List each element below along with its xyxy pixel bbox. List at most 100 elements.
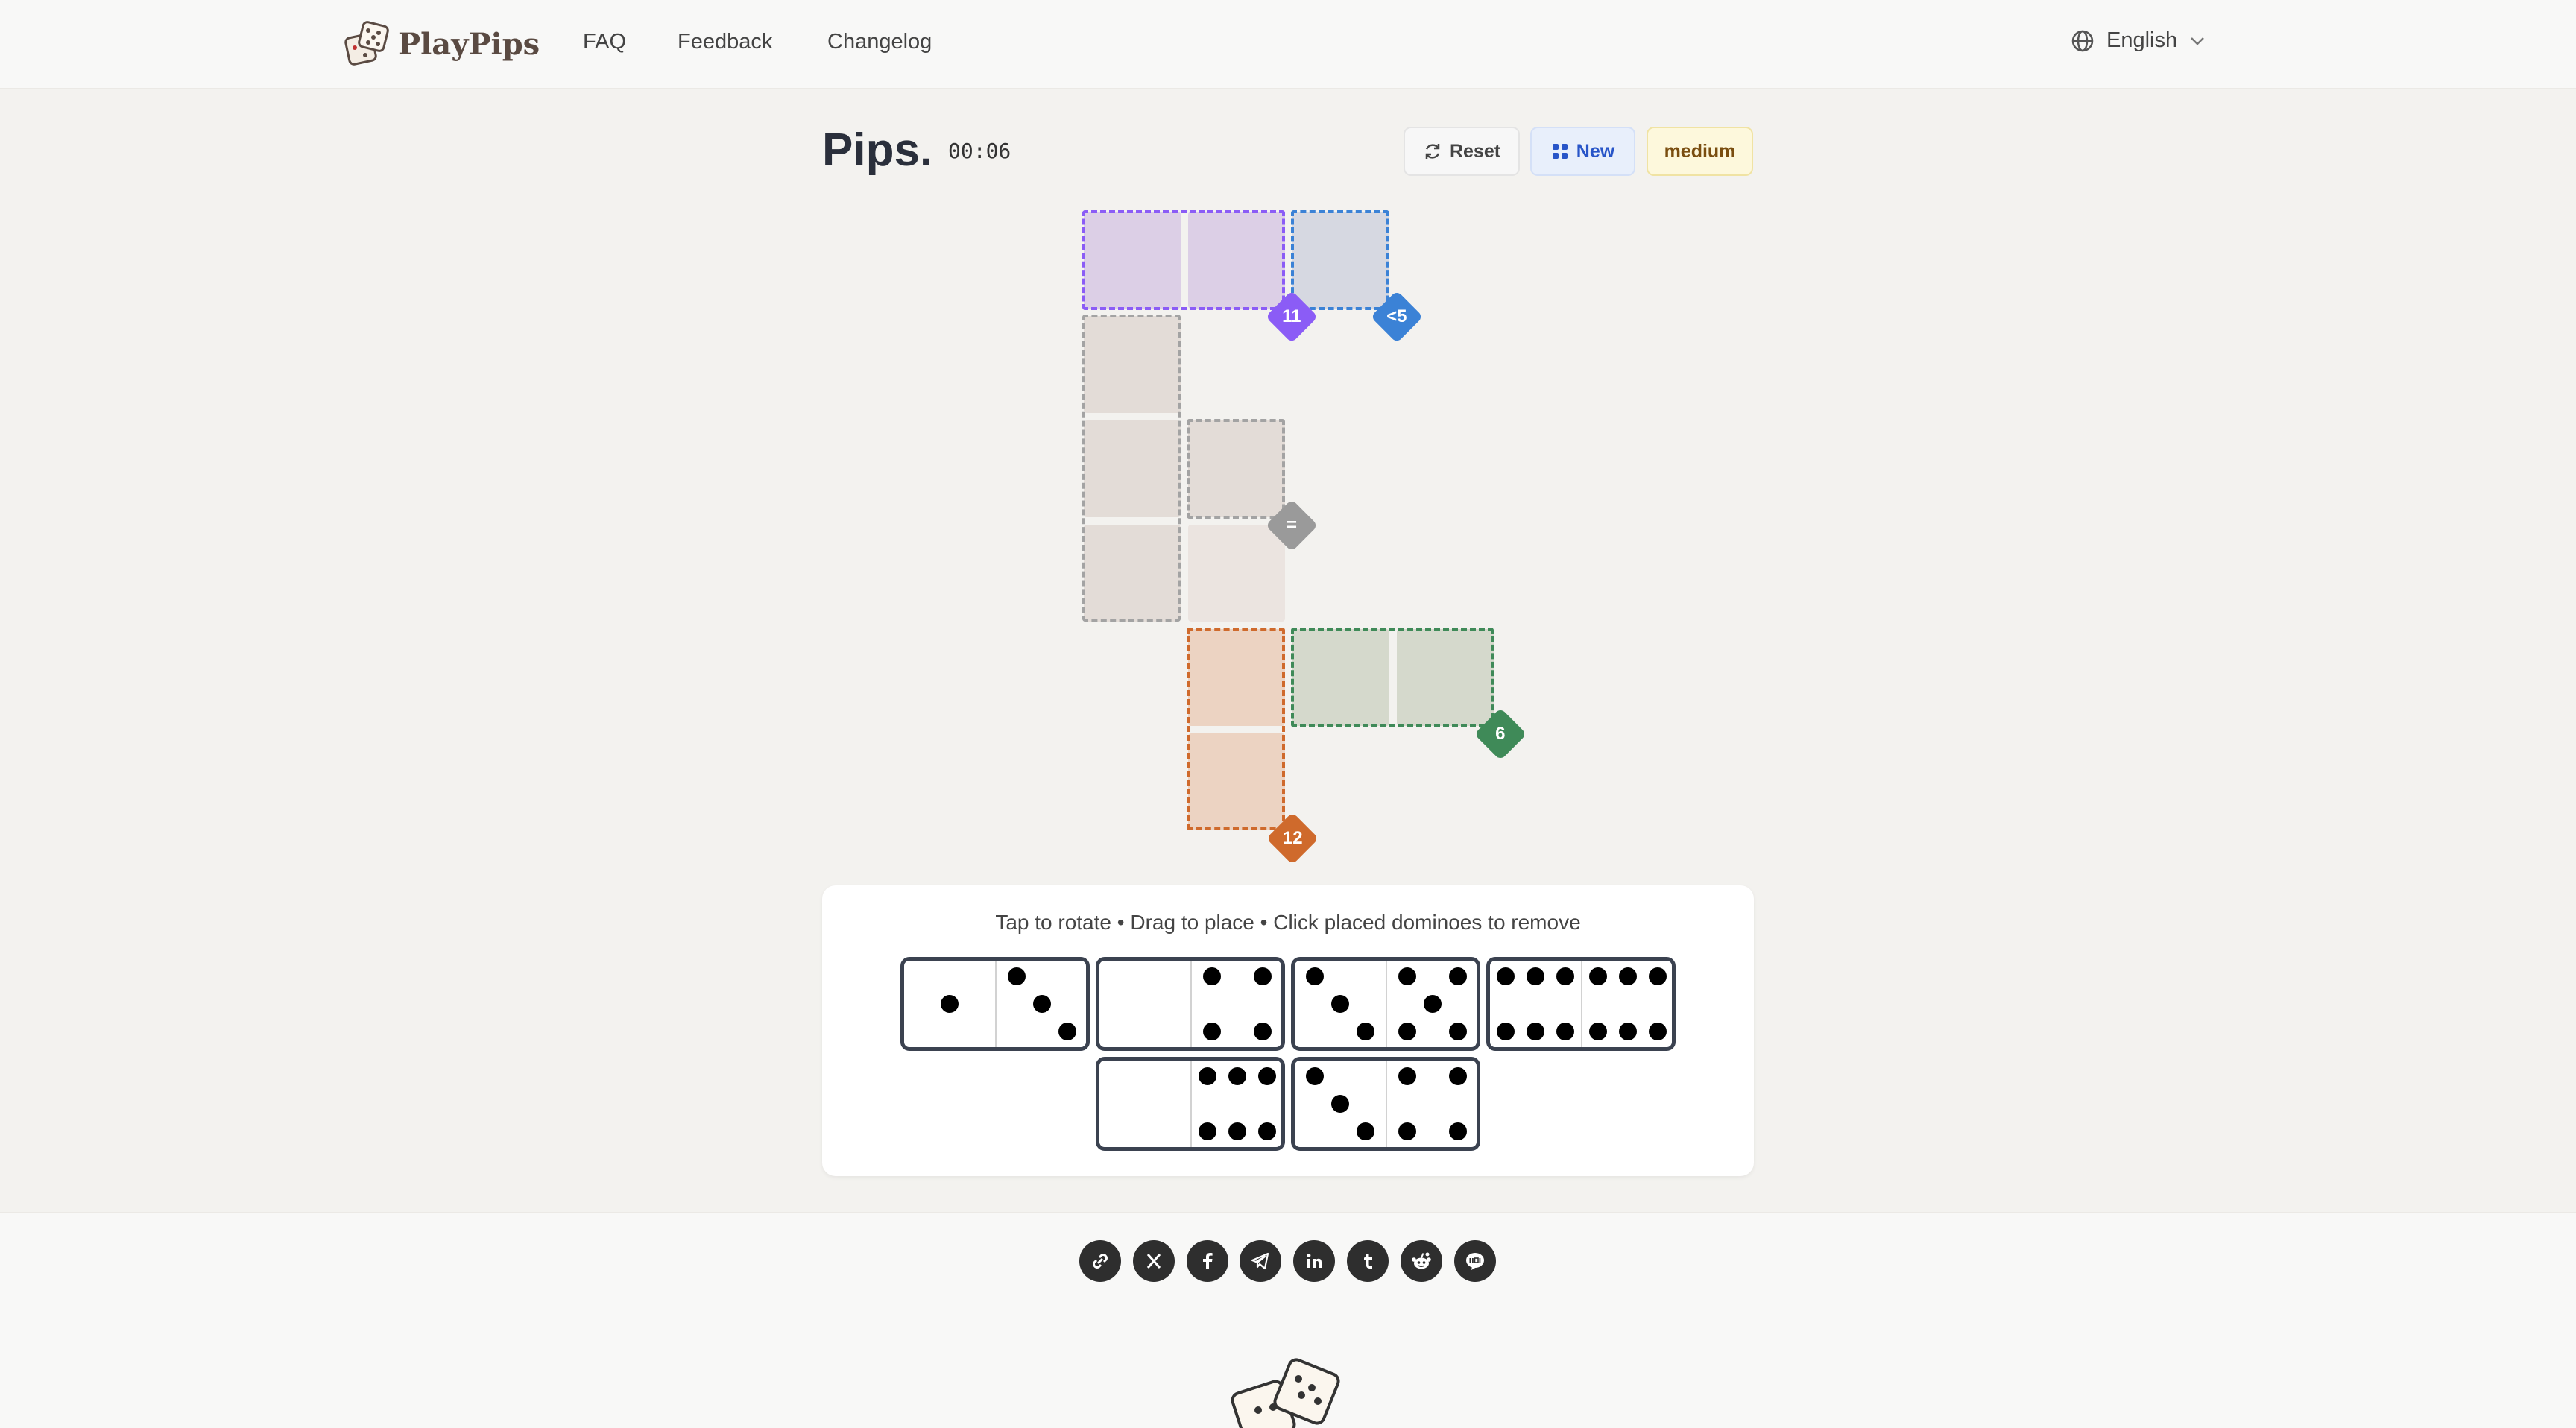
domino-pip [1331, 995, 1349, 1013]
board-cell[interactable] [1188, 525, 1285, 622]
domino-pip [1556, 1023, 1575, 1041]
domino-pip [1258, 1122, 1277, 1141]
page-footer [0, 1212, 2576, 1428]
domino-pip [1449, 1023, 1468, 1041]
reset-label: Reset [1449, 140, 1501, 162]
domino-pip [1058, 1023, 1077, 1041]
region-blue [1291, 210, 1389, 310]
domino-tile[interactable] [1096, 1057, 1285, 1151]
domino-tile[interactable] [1096, 957, 1285, 1051]
domino-pip [1398, 1023, 1416, 1041]
domino-pip [1527, 967, 1544, 985]
difficulty-label: medium [1664, 140, 1736, 162]
domino-pip [1496, 1023, 1515, 1041]
region-purple [1082, 210, 1285, 310]
top-header: PlayPips FAQ Feedback Changelog English [0, 0, 2576, 89]
domino-pip [1424, 995, 1442, 1013]
facebook-icon [1203, 1253, 1213, 1269]
domino-pip [1398, 967, 1416, 985]
domino-pip [1198, 1067, 1216, 1085]
language-selector[interactable]: English [2071, 28, 2206, 53]
domino-pip [1228, 1067, 1246, 1085]
domino-pip [1449, 1122, 1468, 1141]
domino-pip [1619, 1023, 1637, 1041]
share-x-button[interactable] [1133, 1240, 1175, 1282]
language-label: English [2106, 28, 2178, 52]
domino-pip [1007, 967, 1026, 985]
reddit-icon [1412, 1252, 1431, 1269]
constraint-label: <5 [1386, 306, 1407, 326]
domino-tile[interactable] [1486, 957, 1676, 1051]
region-gray [1187, 419, 1285, 519]
new-game-button[interactable]: New [1530, 127, 1635, 176]
domino-pip [1258, 1067, 1277, 1085]
domino-pip [1228, 1122, 1246, 1141]
domino-pip [1449, 1067, 1468, 1085]
domino-pip [1588, 1023, 1607, 1041]
constraint-label: 11 [1282, 306, 1301, 326]
share-facebook-button[interactable] [1187, 1240, 1228, 1282]
region-green [1291, 628, 1494, 727]
chevron-down-icon [2191, 37, 2205, 45]
domino-pip [1331, 1095, 1349, 1113]
domino-tile[interactable] [1291, 1057, 1480, 1151]
link-icon [1093, 1254, 1108, 1269]
domino-tile[interactable] [1291, 957, 1480, 1051]
grid-icon [1552, 144, 1568, 159]
domino-pip [1033, 995, 1051, 1013]
domino-tile[interactable] [900, 957, 1090, 1051]
constraint-label: = [1286, 514, 1298, 535]
domino-pip [1527, 1023, 1544, 1041]
game-timer: 00:06 [948, 139, 1011, 163]
constraint-label: 12 [1282, 827, 1303, 848]
share-tumblr-button[interactable] [1347, 1240, 1389, 1282]
dice-illustration-icon [1231, 1358, 1340, 1428]
new-label: New [1576, 140, 1615, 162]
x-icon [1146, 1254, 1161, 1269]
domino-pip [1198, 1122, 1216, 1141]
domino-pip [1496, 967, 1515, 985]
domino-pip [1588, 967, 1607, 985]
share-link-button[interactable] [1079, 1240, 1121, 1282]
domino-pip [1619, 967, 1637, 985]
domino-pip [1254, 967, 1272, 985]
domino-pip [1202, 1023, 1221, 1041]
share-telegram-button[interactable] [1240, 1240, 1281, 1282]
domino-pip [1649, 1023, 1667, 1041]
brand-name: PlayPips [398, 26, 540, 62]
share-linkedin-button[interactable] [1293, 1240, 1335, 1282]
domino-pip [1305, 1067, 1324, 1085]
nav-feedback[interactable]: Feedback [678, 30, 772, 54]
nav-changelog[interactable]: Changelog [827, 30, 932, 54]
domino-pip [1398, 1067, 1416, 1085]
region-gray [1082, 315, 1181, 622]
tumblr-icon [1364, 1254, 1372, 1269]
domino-pip [1357, 1122, 1375, 1141]
difficulty-selector[interactable]: medium [1647, 127, 1753, 176]
constraint-label: 6 [1495, 723, 1506, 744]
domino-pip [1398, 1122, 1416, 1141]
reset-icon [1425, 144, 1440, 159]
dice-logo-icon [344, 21, 389, 66]
domino-pip [1254, 1023, 1272, 1041]
linkedin-icon [1307, 1254, 1322, 1268]
domino-pip [1649, 967, 1667, 985]
line-icon [1466, 1253, 1484, 1270]
share-line-button[interactable] [1454, 1240, 1496, 1282]
nav-faq[interactable]: FAQ [583, 30, 626, 54]
tray-hint: Tap to rotate • Drag to place • Click pl… [995, 911, 1581, 934]
telegram-icon [1251, 1252, 1269, 1270]
domino-pip [1305, 967, 1324, 985]
region-orange [1187, 628, 1285, 830]
globe-icon [2071, 30, 2094, 51]
domino-pip [1556, 967, 1575, 985]
domino-pip [941, 995, 959, 1013]
domino-pip [1202, 967, 1221, 985]
reset-button[interactable]: Reset [1404, 127, 1520, 176]
brand-logo[interactable]: PlayPips [344, 19, 540, 69]
page-title: Pips. [822, 124, 933, 176]
domino-tray: Tap to rotate • Drag to place • Click pl… [822, 885, 1754, 1176]
share-reddit-button[interactable] [1401, 1240, 1442, 1282]
domino-pip [1357, 1023, 1375, 1041]
domino-pip [1449, 967, 1468, 985]
